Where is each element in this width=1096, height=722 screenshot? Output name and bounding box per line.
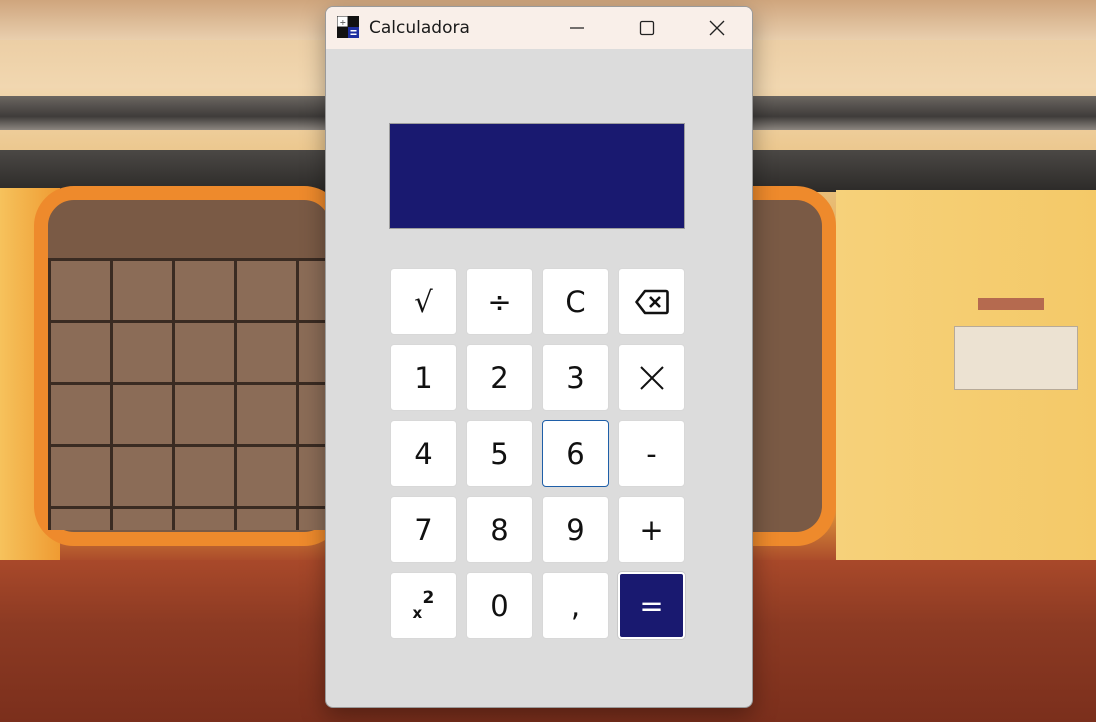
calculator-app-icon: ÷ — [337, 16, 359, 38]
multiply-icon — [639, 365, 664, 390]
minimize-button[interactable] — [542, 7, 612, 49]
close-icon — [709, 20, 725, 36]
digit-2-button[interactable]: 2 — [466, 344, 533, 411]
close-button[interactable] — [682, 7, 752, 49]
backspace-button[interactable] — [618, 268, 685, 335]
wallpaper-sign — [978, 298, 1044, 310]
digit-0-button[interactable]: 0 — [466, 572, 533, 639]
clear-button[interactable]: C — [542, 268, 609, 335]
digit-9-button[interactable]: 9 — [542, 496, 609, 563]
square-label: x 2 — [409, 586, 439, 626]
subtract-button[interactable]: - — [618, 420, 685, 487]
title-bar[interactable]: ÷ Calculadora — [326, 7, 752, 49]
digit-5-button[interactable]: 5 — [466, 420, 533, 487]
square-button[interactable]: x 2 — [390, 572, 457, 639]
digit-4-button[interactable]: 4 — [390, 420, 457, 487]
square-label-base: x — [412, 603, 423, 622]
wallpaper-speaker-box — [954, 326, 1078, 390]
multiply-button[interactable] — [618, 344, 685, 411]
digit-7-button[interactable]: 7 — [390, 496, 457, 563]
backspace-icon — [634, 289, 669, 314]
square-label-exponent: 2 — [422, 587, 435, 608]
decimal-comma-button[interactable]: , — [542, 572, 609, 639]
result-display — [389, 123, 685, 229]
calculator-window: ÷ Calculadora √ ÷ C 1 2 3 4 5 6 - 7 8 9 … — [325, 6, 753, 708]
divide-button[interactable]: ÷ — [466, 268, 533, 335]
add-button[interactable]: + — [618, 496, 685, 563]
digit-6-button[interactable]: 6 — [542, 420, 609, 487]
minimize-icon — [570, 27, 584, 29]
digit-8-button[interactable]: 8 — [466, 496, 533, 563]
equals-button[interactable]: = — [618, 572, 685, 639]
digit-1-button[interactable]: 1 — [390, 344, 457, 411]
maximize-button[interactable] — [612, 7, 682, 49]
maximize-icon — [639, 20, 655, 36]
svg-text:÷: ÷ — [340, 18, 347, 27]
keypad: √ ÷ C 1 2 3 4 5 6 - 7 8 9 + x 2 0 , = — [390, 268, 686, 640]
square-root-button[interactable]: √ — [390, 268, 457, 335]
digit-3-button[interactable]: 3 — [542, 344, 609, 411]
window-title: Calculadora — [369, 18, 470, 38]
